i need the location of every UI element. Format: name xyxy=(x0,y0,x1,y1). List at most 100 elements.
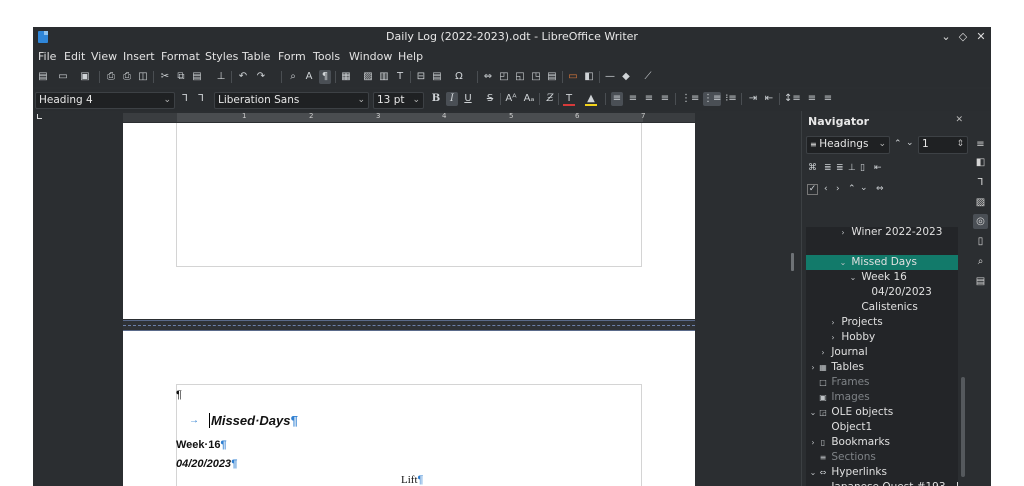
menu-form[interactable]: Form xyxy=(278,50,306,63)
export-pdf-icon[interactable]: ⎙ xyxy=(105,70,117,84)
heading-week[interactable]: Week·16¶ xyxy=(176,439,227,451)
navigator-tree-item[interactable]: › Journal xyxy=(806,345,958,360)
maximize-icon[interactable]: ◇ xyxy=(956,29,970,45)
footnote-icon[interactable]: ◰ xyxy=(498,70,510,84)
paste-icon[interactable]: ▤ xyxy=(191,70,203,84)
properties-icon[interactable]: ◧ xyxy=(973,155,988,170)
italic-button[interactable]: I xyxy=(446,92,458,106)
chevron-up-icon[interactable]: ⌃ xyxy=(894,139,902,149)
gallery-icon[interactable]: ▨ xyxy=(973,195,988,210)
empty-paragraph-mark[interactable]: ¶ xyxy=(176,389,182,401)
menu-tools[interactable]: Tools xyxy=(313,50,340,63)
menu-window[interactable]: Window xyxy=(349,50,392,63)
menu-file[interactable]: File xyxy=(38,50,56,63)
horizontal-ruler[interactable]: 1 2 3 4 5 6 7 xyxy=(123,112,695,122)
clone-formatting-icon[interactable]: ⊥ xyxy=(215,70,227,84)
new-style-icon[interactable]: Ꞁ xyxy=(195,92,207,106)
redo-icon[interactable]: ↷ xyxy=(255,70,267,84)
chevron-down-icon[interactable]: ⌄ xyxy=(838,255,848,270)
chevron-right-icon[interactable]: › xyxy=(828,315,838,330)
copy-icon[interactable]: ⧉ xyxy=(175,70,187,84)
clear-formatting-button[interactable]: Ƶ xyxy=(544,92,556,106)
insert-image-icon[interactable]: ▨ xyxy=(362,70,374,84)
insert-icon[interactable]: ⊥ xyxy=(848,163,856,173)
print-preview-icon[interactable]: ◫ xyxy=(137,70,149,84)
chevron-up-icon[interactable]: ⌃ xyxy=(848,184,856,194)
chevron-left-icon[interactable]: ‹ xyxy=(824,184,828,194)
align-left-button[interactable]: ≡ xyxy=(611,92,623,106)
minimize-icon[interactable]: ⌄ xyxy=(939,29,953,45)
special-character-icon[interactable]: Ω xyxy=(453,70,465,84)
document-canvas[interactable]: ¶ → Missed·Days¶ Week·16¶ 04/20/2023¶ Li… xyxy=(33,123,785,486)
page-2[interactable]: ¶ → Missed·Days¶ Week·16¶ 04/20/2023¶ Li… xyxy=(123,331,695,486)
font-size-select[interactable]: 13 pt ⌄ xyxy=(373,92,424,109)
strikethrough-button[interactable]: S xyxy=(484,92,496,106)
save-icon[interactable]: ▣ xyxy=(79,70,91,84)
bookmark-icon[interactable]: ◳ xyxy=(530,70,542,84)
chevron-down-icon[interactable]: ⌄ xyxy=(906,138,914,148)
close-icon[interactable]: ✕ xyxy=(955,115,963,125)
insert-chart-icon[interactable]: ▥ xyxy=(378,70,390,84)
justify-button[interactable]: ≡ xyxy=(659,92,671,106)
menu-table[interactable]: Table xyxy=(242,50,270,63)
navigator-icon[interactable]: ◎ xyxy=(973,214,988,229)
navigator-tree-item[interactable]: ⌄ Missed Days xyxy=(806,255,958,270)
formatting-marks-icon[interactable]: ¶ xyxy=(319,70,331,84)
document-scrollbar[interactable] xyxy=(785,123,801,486)
comment-icon[interactable]: ▭ xyxy=(567,70,579,84)
drag-mode-icon[interactable]: ⇤ xyxy=(874,163,882,173)
navigator-tree-item[interactable]: ▣ Images xyxy=(806,390,958,405)
chevron-right-icon[interactable]: › xyxy=(828,330,838,345)
line-icon[interactable]: — xyxy=(604,70,616,84)
hyperlink-icon[interactable]: ⇔ xyxy=(482,70,494,84)
ordered-list-button[interactable]: ⋮≡ xyxy=(703,92,721,106)
menu-edit[interactable]: Edit xyxy=(64,50,85,63)
cut-icon[interactable]: ✂ xyxy=(159,70,171,84)
cross-reference-icon[interactable]: ▤ xyxy=(546,70,558,84)
scrollbar-thumb[interactable] xyxy=(791,253,794,271)
delete-icon[interactable]: ▯ xyxy=(860,163,865,173)
find-replace-icon[interactable]: ⌕ xyxy=(287,70,299,84)
highlight-color-button[interactable]: ▲ xyxy=(585,92,597,106)
navigator-level-spinbox[interactable]: 1 ⇕ xyxy=(918,136,968,154)
checkbox-icon[interactable]: ✓ xyxy=(807,184,818,195)
insert-textbox-icon[interactable]: T xyxy=(394,70,406,84)
menu-view[interactable]: View xyxy=(91,50,117,63)
insert-page-break-icon[interactable]: ⊟ xyxy=(415,70,427,84)
navigator-tree-item[interactable]: › ▦ Tables xyxy=(806,360,958,375)
menu-help[interactable]: Help xyxy=(398,50,423,63)
list-icon[interactable]: ≣ xyxy=(836,163,844,173)
menu-insert[interactable]: Insert xyxy=(123,50,155,63)
list-icon[interactable]: ≣ xyxy=(824,163,832,173)
menu-styles[interactable]: Styles xyxy=(205,50,238,63)
chevron-right-icon[interactable]: › xyxy=(808,360,818,375)
outline-format-button[interactable]: ⁝≡ xyxy=(725,92,737,106)
menu-format[interactable]: Format xyxy=(161,50,200,63)
align-right-button[interactable]: ≡ xyxy=(643,92,655,106)
navigator-tree-item[interactable]: ⌄ Week 16 xyxy=(806,270,958,285)
paragraph-style-select[interactable]: Heading 4 ⌄ xyxy=(35,92,175,109)
navigator-tree-item[interactable]: ≡ Sections xyxy=(806,450,958,465)
subscript-button[interactable]: Aₐ xyxy=(523,92,535,106)
navigator-tree-item[interactable]: › ▯ Bookmarks xyxy=(806,435,958,450)
insert-field-icon[interactable]: ▤ xyxy=(431,70,443,84)
align-center-button[interactable]: ≡ xyxy=(627,92,639,106)
basic-shapes-icon[interactable]: ◆ xyxy=(620,70,632,84)
navigator-tree-item[interactable]: 04/20/2023 xyxy=(806,285,958,300)
chevron-down-icon[interactable]: ⌄ xyxy=(860,183,868,193)
paragraph-lift[interactable]: Lift¶ xyxy=(401,474,423,486)
chevron-down-icon[interactable]: ⌄ xyxy=(848,270,858,285)
navigator-tree-item[interactable]: Japanese Quest #193 - Learr xyxy=(806,480,958,486)
print-icon[interactable]: ⎙ xyxy=(121,70,133,84)
font-name-select[interactable]: Liberation Sans ⌄ xyxy=(214,92,369,109)
superscript-button[interactable]: Aᴬ xyxy=(505,92,517,106)
navigator-scrollbar[interactable] xyxy=(960,227,966,486)
heading-missed-days[interactable]: Missed·Days¶ xyxy=(209,413,298,428)
underline-button[interactable]: U xyxy=(462,92,474,106)
bold-button[interactable]: B xyxy=(430,92,442,106)
track-changes-icon[interactable]: ◧ xyxy=(583,70,595,84)
hamburger-menu-icon[interactable]: ≡ xyxy=(973,137,988,152)
tab-stop-selector[interactable] xyxy=(37,114,42,119)
endnote-icon[interactable]: ◱ xyxy=(514,70,526,84)
navigator-tree-item[interactable]: › Winer 2022-2023 xyxy=(806,227,958,240)
